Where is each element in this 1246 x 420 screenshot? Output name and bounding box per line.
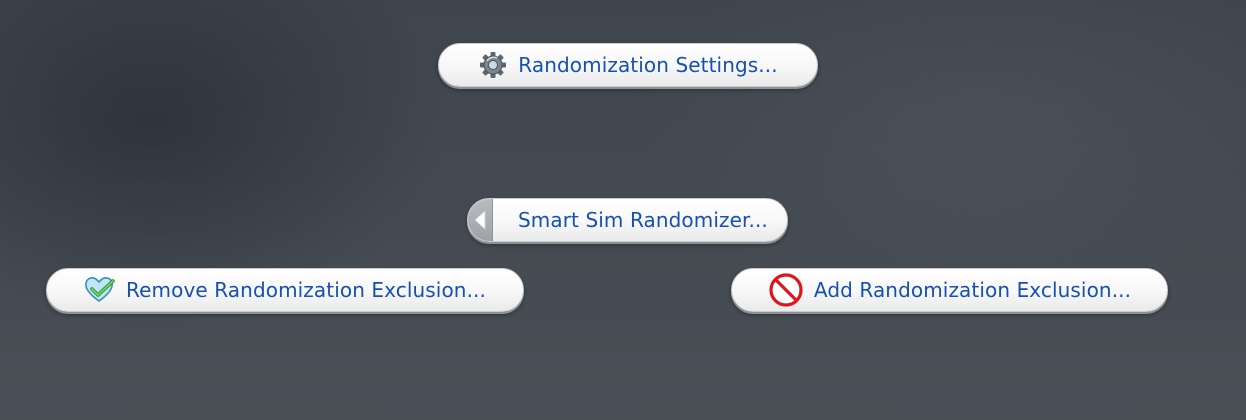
randomization-settings-label: Randomization Settings... <box>518 53 778 77</box>
prohibited-icon <box>768 272 804 308</box>
back-arrow-icon[interactable] <box>468 199 493 241</box>
add-randomization-exclusion-button[interactable]: Add Randomization Exclusion... <box>731 268 1168 312</box>
remove-randomization-exclusion-button[interactable]: Remove Randomization Exclusion... <box>46 268 524 312</box>
gear-icon <box>478 50 508 80</box>
randomization-settings-button[interactable]: Randomization Settings... <box>438 43 818 87</box>
smart-sim-randomizer-label: Smart Sim Randomizer... <box>518 208 768 232</box>
pie-menu: Randomization Settings... Smart Sim Rand… <box>0 0 1246 420</box>
heart-check-icon <box>84 276 116 304</box>
add-randomization-exclusion-label: Add Randomization Exclusion... <box>813 278 1132 302</box>
remove-randomization-exclusion-label: Remove Randomization Exclusion... <box>126 278 486 302</box>
smart-sim-randomizer-button[interactable]: Smart Sim Randomizer... <box>467 198 788 242</box>
